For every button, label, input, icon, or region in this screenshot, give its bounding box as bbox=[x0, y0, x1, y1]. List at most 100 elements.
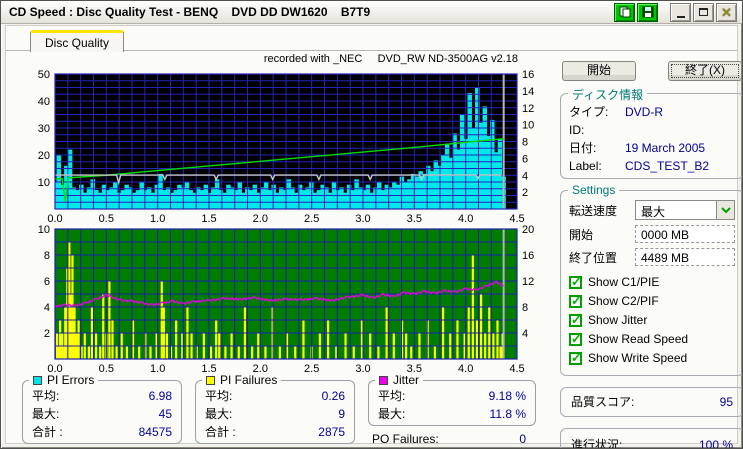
checkbox-checked-icon: ✓ bbox=[569, 293, 582, 308]
start-position-input[interactable]: 0000 MB bbox=[635, 225, 735, 243]
svg-text:2.5: 2.5 bbox=[304, 213, 319, 224]
pi-failures-chart: 108642201612840.0 0.5 1.0 1.5 2.0 2.5 3.0 3.5 4.… bbox=[38, 224, 535, 374]
progress-group: 進行状況:100 % ポジション:4488 MB 速度:8.33 X bbox=[560, 428, 742, 449]
po-failures-row: PO Failures: 0 bbox=[372, 432, 526, 446]
svg-text:0.5: 0.5 bbox=[99, 363, 114, 374]
end-position-row: 終了位置 4489 MB bbox=[569, 248, 735, 266]
pi-errors-swatch-icon bbox=[33, 375, 42, 385]
stat-row: 最大: 11.8 % bbox=[378, 407, 526, 421]
minimize-button[interactable] bbox=[670, 2, 691, 22]
checkbox-checked-icon: ✓ bbox=[569, 331, 582, 346]
disc-quality-page: recorded with _NEC DVD_RW ND-3500AG v2.1… bbox=[6, 50, 742, 448]
combo-dropdown-button[interactable] bbox=[716, 201, 734, 219]
svg-text:50: 50 bbox=[38, 69, 50, 81]
svg-text:1.0: 1.0 bbox=[150, 213, 165, 224]
svg-text:4.5: 4.5 bbox=[509, 213, 524, 224]
svg-text:12: 12 bbox=[522, 276, 534, 288]
svg-text:3.0: 3.0 bbox=[355, 213, 370, 224]
maximize-button[interactable] bbox=[693, 2, 714, 22]
svg-text:8: 8 bbox=[522, 137, 528, 149]
recorded-with-label: recorded with _NEC DVD_RW ND-3500AG v2.1… bbox=[263, 53, 518, 65]
svg-text:4: 4 bbox=[44, 302, 50, 314]
svg-text:2.0: 2.0 bbox=[253, 213, 268, 224]
svg-text:3.0: 3.0 bbox=[355, 363, 370, 374]
end-position-input[interactable]: 4489 MB bbox=[635, 248, 735, 266]
svg-text:8: 8 bbox=[522, 302, 528, 314]
svg-text:4.0: 4.0 bbox=[458, 363, 473, 374]
minimize-icon bbox=[676, 15, 685, 18]
stat-row: 合計 :2875 bbox=[205, 425, 345, 439]
checkbox-show-jitter[interactable]: ✓ Show Jitter bbox=[569, 311, 735, 330]
checkbox-show-write-speed[interactable]: ✓ Show Write Speed bbox=[569, 349, 735, 368]
close-icon: ✕ bbox=[721, 4, 732, 20]
stat-row: 最大: 45 bbox=[32, 407, 172, 421]
svg-text:12: 12 bbox=[522, 103, 534, 115]
svg-text:2: 2 bbox=[44, 328, 50, 340]
svg-text:40: 40 bbox=[38, 96, 50, 108]
pi-errors-chart: 50 40 30 20 10 16 14 12 10 8 6 4 2 0.0 0.5 1.0 1.5 2.0 2.5… bbox=[38, 69, 535, 224]
svg-text:4.5: 4.5 bbox=[509, 363, 524, 374]
checkbox-checked-icon: ✓ bbox=[569, 312, 582, 327]
svg-text:1.0: 1.0 bbox=[150, 363, 165, 374]
progress-row: 進行状況: 100 % bbox=[571, 438, 733, 449]
svg-text:20: 20 bbox=[522, 224, 534, 236]
pi-failures-swatch-icon bbox=[206, 375, 215, 385]
disc-info-row: タイプ: DVD-R bbox=[569, 105, 663, 119]
settings-group: Settings 転送速度 最大 開始 0000 MB 終了位置 4489 MB… bbox=[560, 183, 742, 376]
disc-info-row: Label: CDS_TEST_B2 bbox=[569, 159, 710, 173]
svg-text:20: 20 bbox=[38, 150, 50, 162]
disc-info-title: ディスク情報 bbox=[568, 86, 648, 103]
svg-text:30: 30 bbox=[38, 123, 50, 135]
disc-info-group: ディスク情報 タイプ: DVD-R ID: 日付: 19 March 2005 La… bbox=[560, 86, 742, 179]
svg-text:1.5: 1.5 bbox=[201, 213, 216, 224]
checkbox-show-read-speed[interactable]: ✓ Show Read Speed bbox=[569, 330, 735, 349]
pi-failures-title: PI Failures bbox=[220, 373, 278, 387]
tab-strip: Disc Quality bbox=[6, 26, 737, 52]
svg-text:14: 14 bbox=[522, 86, 534, 98]
window-title: CD Speed : Disc Quality Test - BENQ DVD … bbox=[9, 5, 371, 19]
pi-failures-stats: PI Failures 平均: 0.26 最大: 9 合計 :2875 bbox=[195, 373, 355, 444]
app-window: CD Speed : Disc Quality Test - BENQ DVD … bbox=[0, 0, 743, 449]
show-options: ✓ Show C1/PIE ✓ Show C2/PIF ✓ Show Jitter ✓… bbox=[569, 273, 735, 368]
svg-text:2.5: 2.5 bbox=[304, 363, 319, 374]
svg-text:0.0: 0.0 bbox=[47, 213, 62, 224]
svg-text:16: 16 bbox=[522, 250, 534, 262]
svg-text:4: 4 bbox=[522, 170, 528, 182]
tab-disc-quality[interactable]: Disc Quality bbox=[30, 30, 125, 52]
settings-title: Settings bbox=[568, 183, 620, 197]
stat-row: 平均: 0.26 bbox=[205, 389, 345, 403]
svg-text:10: 10 bbox=[522, 120, 534, 132]
checkbox-show-c1-pie[interactable]: ✓ Show C1/PIE bbox=[569, 273, 735, 292]
stat-row: 合計 :84575 bbox=[32, 425, 172, 439]
start-button[interactable]: 開始 bbox=[562, 61, 636, 81]
svg-text:10: 10 bbox=[38, 224, 50, 236]
svg-text:3.5: 3.5 bbox=[407, 213, 422, 224]
jitter-title: Jitter bbox=[393, 373, 420, 387]
pi-errors-stats: PI Errors 平均: 6.98 最大: 45 合計 :84575 bbox=[22, 373, 182, 444]
client-area: Disc Quality recorded with _NEC DVD_RW N… bbox=[5, 25, 742, 448]
transfer-speed-select[interactable]: 最大 bbox=[635, 200, 735, 220]
copy-to-clipboard-button[interactable] bbox=[614, 2, 635, 22]
svg-text:16: 16 bbox=[522, 69, 534, 81]
save-button[interactable] bbox=[637, 2, 658, 22]
checkbox-checked-icon: ✓ bbox=[569, 274, 582, 289]
jitter-stats-column: Jitter 平均: 9.18 % 最大: 11.8 % PO Failures: … bbox=[368, 373, 536, 447]
stat-row: 平均: 9.18 % bbox=[378, 389, 526, 403]
pi-errors-title: PI Errors bbox=[47, 373, 95, 387]
quality-score-value: 95 bbox=[719, 395, 733, 409]
stat-row: 最大: 9 bbox=[205, 407, 345, 421]
close-button[interactable]: ✕ bbox=[716, 2, 737, 22]
checkbox-show-c2-pif[interactable]: ✓ Show C2/PIF bbox=[569, 292, 735, 311]
stat-row: 平均: 6.98 bbox=[32, 389, 172, 403]
svg-text:6: 6 bbox=[522, 153, 528, 165]
quality-score-group: 品質スコア: 95 bbox=[560, 387, 742, 417]
exit-button[interactable]: 終了(X) bbox=[668, 61, 742, 81]
right-panel: 開始 終了(X) ディスク情報 タイプ: DVD-R ID: 日付: 19 Marc… bbox=[554, 53, 742, 448]
transfer-speed-row: 転送速度 最大 bbox=[569, 200, 735, 220]
jitter-stats: Jitter 平均: 9.18 % 最大: 11.8 % bbox=[368, 373, 536, 426]
svg-text:4: 4 bbox=[522, 328, 528, 340]
svg-text:8: 8 bbox=[44, 250, 50, 262]
svg-text:2: 2 bbox=[522, 187, 528, 199]
maximize-icon bbox=[699, 8, 708, 16]
title-bar: CD Speed : Disc Quality Test - BENQ DVD … bbox=[1, 1, 742, 24]
